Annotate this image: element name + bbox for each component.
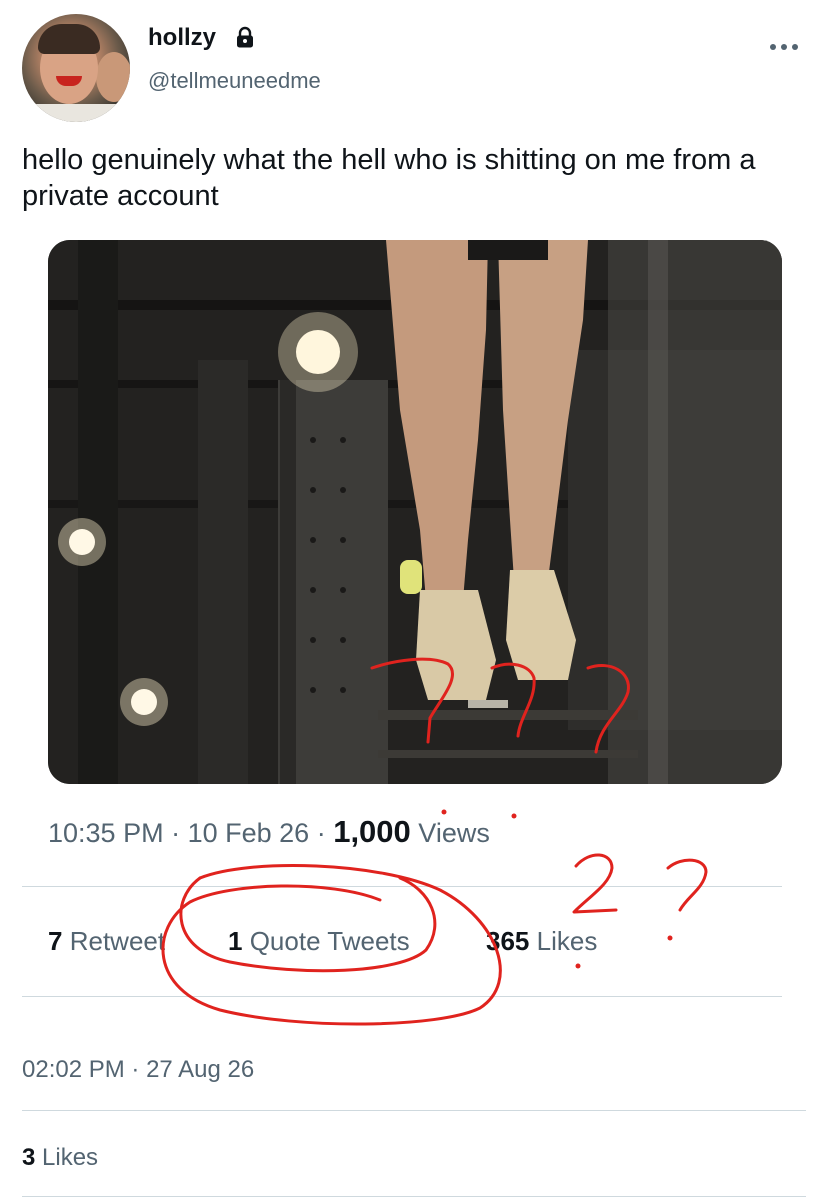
likes-stat[interactable]: 365 Likes	[486, 926, 597, 957]
meta-separator: ·	[171, 818, 188, 848]
divider	[22, 886, 782, 887]
reply-date[interactable]: 27 Aug 26	[146, 1056, 254, 1083]
avatar-shirt	[22, 104, 130, 122]
avatar-hair	[38, 24, 100, 54]
tweet-date[interactable]: 10 Feb 26	[188, 818, 310, 848]
divider	[22, 1110, 806, 1111]
ink-dot	[575, 963, 581, 969]
divider	[22, 996, 782, 997]
likes-label: Likes	[536, 926, 598, 956]
meta-separator: ·	[316, 818, 334, 848]
tweet-time: 10:35 PM	[48, 818, 164, 848]
retweets-label: Retweet	[69, 926, 166, 956]
quote-tweets-label: Quote Tweets	[249, 926, 410, 956]
quote-tweets-stat[interactable]: 1 Quote Tweets	[228, 926, 410, 957]
more-icon[interactable]	[768, 40, 800, 54]
reply-likes-label: Likes	[42, 1144, 99, 1171]
tweet-text: hello genuinely what the hell who is shi…	[22, 144, 756, 212]
views-label: Views	[418, 818, 490, 848]
reply-meta: 02:02 PM · 27 Aug 26	[22, 1056, 254, 1084]
views-count: 1,000	[333, 814, 411, 849]
meta-separator: ·	[131, 1056, 147, 1083]
digit-two-stroke	[572, 853, 618, 914]
divider	[22, 1196, 806, 1197]
avatar-second-face	[96, 52, 130, 102]
ink-dot	[667, 935, 673, 941]
likes-count: 365	[486, 926, 530, 956]
reply-likes-stat[interactable]: 3 Likes	[22, 1144, 98, 1172]
retweets-stat[interactable]: 7 Retweet	[48, 926, 165, 957]
reply-likes-count: 3	[22, 1144, 36, 1171]
quote-tweets-count: 1	[228, 926, 243, 956]
tweet-media[interactable]	[48, 240, 782, 784]
reply-time: 02:02 PM	[22, 1056, 125, 1083]
lock-icon	[237, 26, 253, 48]
retweets-count: 7	[48, 926, 63, 956]
user-handle[interactable]: @tellmeuneedme	[148, 68, 321, 94]
avatar[interactable]	[22, 14, 130, 122]
tweet-meta: 10:35 PM · 10 Feb 26 · 1,000 Views	[48, 814, 490, 850]
display-name[interactable]: hollzy	[148, 24, 216, 52]
media-photo	[48, 240, 782, 784]
ink-dot	[511, 813, 517, 819]
